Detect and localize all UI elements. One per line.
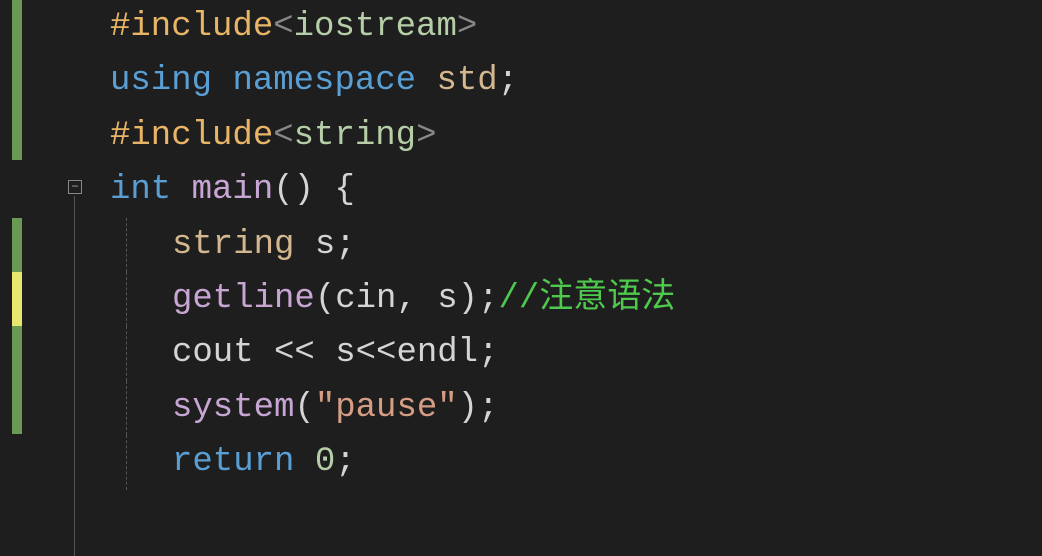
code-token [254,334,274,372]
fold-toggle-icon[interactable]: − [68,180,82,194]
code-token: > [457,8,477,46]
code-token: #include [110,117,273,155]
code-line[interactable]: #include<string> [110,109,1042,163]
indent-guide [126,218,127,272]
code-line[interactable]: getline(cin, s);//注意语法 [110,272,1042,326]
code-token: ; [335,226,355,264]
indent-guide [126,326,127,380]
fold-minus-icon: − [71,181,78,193]
code-token: 0 [315,443,335,481]
code-token: endl [396,334,478,372]
code-token: s [315,226,335,264]
code-token: s [437,280,457,318]
code-line[interactable]: cout << s<<endl; [110,326,1042,380]
code-line[interactable]: string s; [110,218,1042,272]
change-bar [12,218,22,272]
code-token [294,443,314,481]
code-token: { [334,171,354,209]
code-token [314,171,334,209]
code-token: > [416,117,436,155]
change-bar [12,272,22,326]
code-token: int [110,171,171,209]
code-token: namespace [232,62,416,100]
code-token: string [172,226,294,264]
code-token: using [110,62,212,100]
fold-guide-line [74,196,75,556]
code-editor[interactable]: − #include<iostream>using namespace std;… [0,0,1042,555]
code-token: ; [498,62,518,100]
code-line[interactable]: return 0; [110,435,1042,489]
change-bar [12,0,22,160]
code-token: ) [458,280,478,318]
code-token: cin [335,280,396,318]
code-token: ) [458,389,478,427]
code-token: std [436,62,497,100]
code-token: < [273,8,293,46]
code-token: ( [315,280,335,318]
change-bar [12,326,22,434]
code-line[interactable]: #include<iostream> [110,0,1042,54]
code-token [171,171,191,209]
code-token: ; [335,443,355,481]
code-token: () [273,171,314,209]
code-token: system [172,389,294,427]
code-token: main [192,171,274,209]
code-token: ; [478,389,498,427]
code-token [416,62,436,100]
code-token: //注意语法 [498,280,675,318]
code-token: cout [172,334,254,372]
code-token: ; [478,280,498,318]
code-area[interactable]: #include<iostream>using namespace std;#i… [90,0,1042,555]
indent-guide [126,381,127,435]
code-token: "pause" [315,389,458,427]
code-token [315,334,335,372]
indent-guide [126,435,127,489]
code-token: #include [110,8,273,46]
code-token: return [172,443,294,481]
code-token [212,62,232,100]
code-token: << [274,334,315,372]
code-token: s [335,334,355,372]
code-token: , [396,280,437,318]
code-token: ; [478,334,498,372]
code-token: string [294,117,416,155]
code-token: ( [294,389,314,427]
code-line[interactable]: int main() { [110,163,1042,217]
code-line[interactable]: using namespace std; [110,54,1042,108]
code-token: iostream [294,8,457,46]
editor-gutter: − [0,0,90,555]
indent-guide [126,272,127,326]
code-token: << [356,334,397,372]
code-line[interactable]: system("pause"); [110,381,1042,435]
code-token [294,226,314,264]
code-token: < [273,117,293,155]
code-token: getline [172,280,315,318]
